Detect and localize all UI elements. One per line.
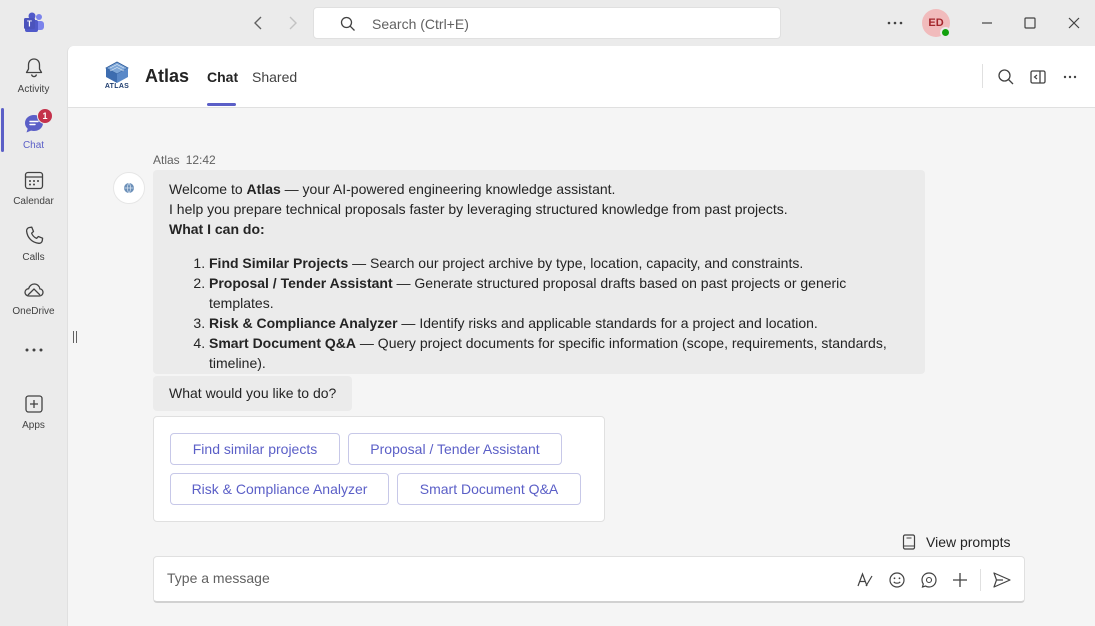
tab-chat[interactable]: Chat bbox=[207, 69, 238, 85]
globe-icon bbox=[124, 182, 134, 194]
rail-label: Apps bbox=[22, 420, 45, 431]
rail-label: Calls bbox=[22, 252, 45, 263]
header-divider bbox=[982, 64, 983, 88]
search-icon bbox=[340, 16, 356, 32]
bot-avatar[interactable] bbox=[113, 172, 145, 204]
maximize-icon[interactable] bbox=[1019, 12, 1041, 34]
rail-label: Chat bbox=[22, 140, 45, 151]
close-icon[interactable] bbox=[1063, 12, 1085, 34]
list-item: Proposal / Tender Assistant — Generate s… bbox=[209, 273, 909, 313]
welcome-message: Welcome to Atlas — your AI-powered engin… bbox=[153, 170, 925, 374]
rail-item-calendar[interactable]: Calendar bbox=[0, 160, 67, 212]
side-panel-icon[interactable] bbox=[1029, 68, 1047, 86]
find-similar-projects-button[interactable]: Find similar projects bbox=[170, 433, 340, 465]
rail-item-onedrive[interactable]: OneDrive bbox=[0, 270, 67, 322]
prompts-book-icon bbox=[902, 534, 916, 550]
list-item: Smart Document Q&A — Query project docum… bbox=[209, 333, 909, 373]
intro-line-2: I help you prepare technical proposals f… bbox=[169, 201, 788, 217]
view-prompts-label: View prompts bbox=[926, 534, 1011, 550]
presence-available-icon bbox=[940, 27, 951, 38]
message-composer[interactable]: Type a message bbox=[153, 556, 1025, 603]
action-card: Find similar projects Proposal / Tender … bbox=[153, 416, 605, 522]
rail-item-calls[interactable]: Calls bbox=[0, 216, 67, 268]
rail-label: Calendar bbox=[13, 196, 54, 207]
minimize-icon[interactable] bbox=[976, 12, 998, 34]
rail-item-apps[interactable]: Apps bbox=[0, 384, 67, 436]
sender-name: Atlas bbox=[153, 153, 180, 167]
bell-icon bbox=[22, 56, 46, 80]
active-tab-indicator bbox=[207, 103, 236, 106]
rail-label: Activity bbox=[17, 84, 50, 95]
more-options-icon[interactable] bbox=[1061, 68, 1079, 86]
capabilities-list: Find Similar Projects — Search our proje… bbox=[209, 253, 909, 373]
svg-text:T: T bbox=[27, 20, 32, 29]
more-options-icon[interactable] bbox=[884, 12, 906, 34]
unread-badge: 1 bbox=[37, 108, 53, 124]
calendar-icon bbox=[22, 168, 46, 192]
rail-item-chat[interactable]: Chat bbox=[0, 104, 67, 156]
view-prompts-button[interactable]: View prompts bbox=[902, 532, 1011, 552]
list-item: Find Similar Projects — Search our proje… bbox=[209, 253, 909, 273]
title-bar: T Search (Ctrl+E) ED bbox=[0, 0, 1095, 46]
followup-message: What would you like to do? bbox=[153, 376, 353, 411]
teams-logo-icon[interactable]: T bbox=[22, 11, 46, 35]
rail-item-activity[interactable]: Activity bbox=[0, 48, 67, 100]
forward-arrow-icon[interactable] bbox=[281, 12, 303, 34]
emoji-icon[interactable] bbox=[888, 571, 906, 589]
app-rail: Activity Chat 1 Calendar Calls OneDrive … bbox=[0, 46, 67, 626]
message-input-placeholder: Type a message bbox=[167, 570, 270, 586]
format-text-icon[interactable] bbox=[856, 571, 874, 589]
loop-icon[interactable] bbox=[920, 571, 938, 589]
tab-shared[interactable]: Shared bbox=[252, 69, 297, 85]
chat-pane: ATLAS Atlas Chat Shared Atlas 12:42 Welco… bbox=[67, 46, 1095, 626]
add-attachment-icon[interactable] bbox=[951, 571, 969, 589]
chat-title: Atlas bbox=[145, 66, 190, 86]
pane-resize-handle[interactable] bbox=[72, 330, 78, 344]
rail-label: OneDrive bbox=[12, 306, 55, 317]
chat-header: ATLAS Atlas Chat Shared bbox=[68, 46, 1095, 108]
composer-divider bbox=[980, 569, 981, 591]
logo-text: ATLAS bbox=[104, 83, 130, 90]
risk-compliance-analyzer-button[interactable]: Risk & Compliance Analyzer bbox=[170, 473, 389, 505]
search-in-chat-icon[interactable] bbox=[997, 68, 1015, 86]
proposal-tender-assistant-button[interactable]: Proposal / Tender Assistant bbox=[348, 433, 562, 465]
capabilities-heading: What I can do: bbox=[169, 221, 265, 237]
search-placeholder: Search (Ctrl+E) bbox=[372, 16, 469, 32]
search-input[interactable]: Search (Ctrl+E) bbox=[313, 7, 781, 39]
atlas-logo-icon: ATLAS bbox=[102, 60, 132, 92]
more-apps-icon[interactable] bbox=[22, 344, 46, 356]
intro-line: Welcome to Atlas — your AI-powered engin… bbox=[169, 181, 616, 197]
back-arrow-icon[interactable] bbox=[248, 12, 270, 34]
cloud-icon bbox=[22, 278, 46, 302]
message-time: 12:42 bbox=[185, 153, 216, 167]
message-meta: Atlas 12:42 bbox=[153, 153, 216, 167]
phone-icon bbox=[22, 224, 46, 248]
send-icon[interactable] bbox=[992, 571, 1011, 589]
add-app-icon bbox=[22, 392, 46, 416]
smart-document-qa-button[interactable]: Smart Document Q&A bbox=[397, 473, 581, 505]
list-item: Risk & Compliance Analyzer — Identify ri… bbox=[209, 313, 909, 333]
